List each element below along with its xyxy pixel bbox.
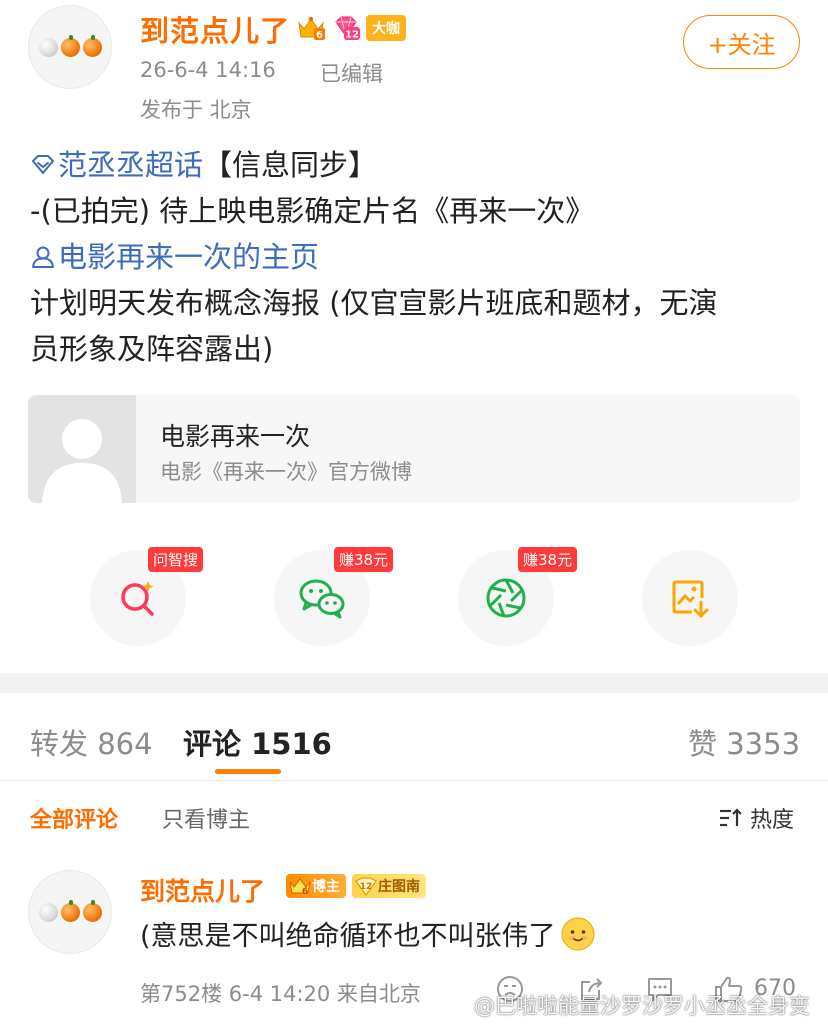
tab-like[interactable]: 赞 3353	[688, 721, 800, 763]
post-line-3: 电影再来一次的主页	[30, 234, 800, 280]
comment-username[interactable]: 到范点儿了	[140, 872, 265, 908]
svg-text:6: 6	[302, 887, 308, 896]
section-divider	[0, 673, 828, 693]
svg-text:6: 6	[316, 30, 323, 41]
avatar-image	[38, 34, 102, 57]
share-row: 问智搜 赚38元 赚38元	[0, 547, 828, 650]
daka-badge[interactable]: 大咖	[366, 15, 406, 41]
sort-label: 热度	[750, 808, 795, 833]
follow-button[interactable]: +关注	[683, 15, 800, 69]
ai-search-badge: 问智搜	[148, 547, 204, 572]
owner-badge[interactable]: 6 博主	[286, 874, 346, 898]
user-icon	[32, 246, 54, 268]
vip-diamond-icon[interactable]: 12	[331, 14, 361, 42]
crown-icon: 6	[289, 878, 311, 896]
crown-level-icon[interactable]: 6	[296, 14, 326, 42]
save-image-button[interactable]	[642, 550, 738, 646]
post-content: 范丞丞超话【信息同步】 -(已拍完) 待上映电影确定片名《再来一次》 电影再来一…	[30, 142, 800, 372]
share-moments-button[interactable]: 赚38元	[458, 547, 578, 646]
profile-link-card[interactable]: 电影再来一次 电影《再来一次》官方微博	[28, 395, 800, 503]
fan-level-icon: 12	[355, 877, 377, 896]
comment-body: (意思是不叫绝命循环也不叫张伟了	[140, 921, 556, 952]
active-tab-indicator	[215, 769, 281, 774]
post-line-4: 计划明天发布概念海报 (仅官宣影片班底和题材，无演	[30, 286, 718, 320]
wechat-icon	[299, 579, 345, 619]
tab-comment[interactable]: 评论 1516	[183, 721, 332, 763]
comment-text: (意思是不叫绝命循环也不叫张伟了	[140, 914, 596, 953]
comment-avatar-image	[38, 899, 102, 922]
card-subtitle: 电影《再来一次》官方微博	[160, 460, 412, 484]
sort-by-hot-button[interactable]: 热度	[718, 802, 794, 834]
post-time: 26-6-4 14:16	[140, 58, 276, 82]
smile-emoji-icon	[561, 917, 595, 950]
card-title: 电影再来一次	[160, 422, 311, 451]
comment-avatar[interactable]	[28, 870, 112, 954]
post-line-5: 员形象及阵容露出)	[30, 332, 274, 366]
watermark: @巴啦啦能量沙罗沙罗小丞丞全身变	[474, 994, 810, 1018]
moments-icon	[486, 578, 526, 618]
edited-label[interactable]: 已编辑	[320, 58, 383, 88]
super-topic-diamond-icon	[32, 155, 54, 174]
tab-repost[interactable]: 转发 864	[30, 721, 153, 763]
post-header: 到范点儿了 6 12 大咖 26-6-4 14:16 已编辑 发布于 北京 +关…	[0, 0, 828, 135]
post-text-info: 【信息同步】	[203, 148, 378, 182]
ai-search-icon	[121, 581, 154, 616]
svg-text:12: 12	[360, 882, 373, 892]
post-line-2: -(已拍完) 待上映电影确定片名《再来一次》	[30, 194, 595, 228]
sort-icon	[720, 808, 742, 827]
post-username[interactable]: 到范点儿了	[140, 8, 290, 50]
ai-search-button[interactable]: 问智搜	[90, 547, 204, 646]
filter-all-comments[interactable]: 全部评论	[30, 802, 118, 834]
post-location: 发布于 北京	[140, 98, 252, 122]
interaction-tabs: 转发 864 评论 1516 赞 3353	[0, 693, 828, 781]
tabs-divider	[0, 780, 828, 781]
default-avatar-icon	[28, 395, 136, 503]
user-badges: 6 12 大咖	[296, 14, 406, 42]
topic-link-text[interactable]: 范丞丞超话	[58, 148, 203, 182]
share-wechat-button[interactable]: 赚38元	[274, 547, 394, 646]
comment-badges: 6 博主 12 庄图南	[286, 874, 426, 898]
moments-reward-badge: 赚38元	[518, 547, 578, 572]
svg-text:12: 12	[345, 30, 359, 41]
wechat-reward-badge: 赚38元	[334, 547, 394, 572]
filter-owner-only[interactable]: 只看博主	[162, 802, 250, 834]
comment-meta: 第752楼 6-4 14:20 来自北京	[140, 982, 421, 1006]
fan-club-badge[interactable]: 12 庄图南	[352, 874, 426, 898]
user-homepage-link[interactable]: 电影再来一次的主页	[30, 240, 319, 274]
post-line-1: 范丞丞超话【信息同步】	[30, 142, 800, 188]
topic-link[interactable]: 范丞丞超话	[30, 148, 203, 182]
user-homepage-link-text[interactable]: 电影再来一次的主页	[58, 240, 319, 274]
card-thumbnail	[28, 395, 136, 503]
save-image-icon	[672, 580, 709, 618]
avatar[interactable]	[28, 5, 112, 89]
